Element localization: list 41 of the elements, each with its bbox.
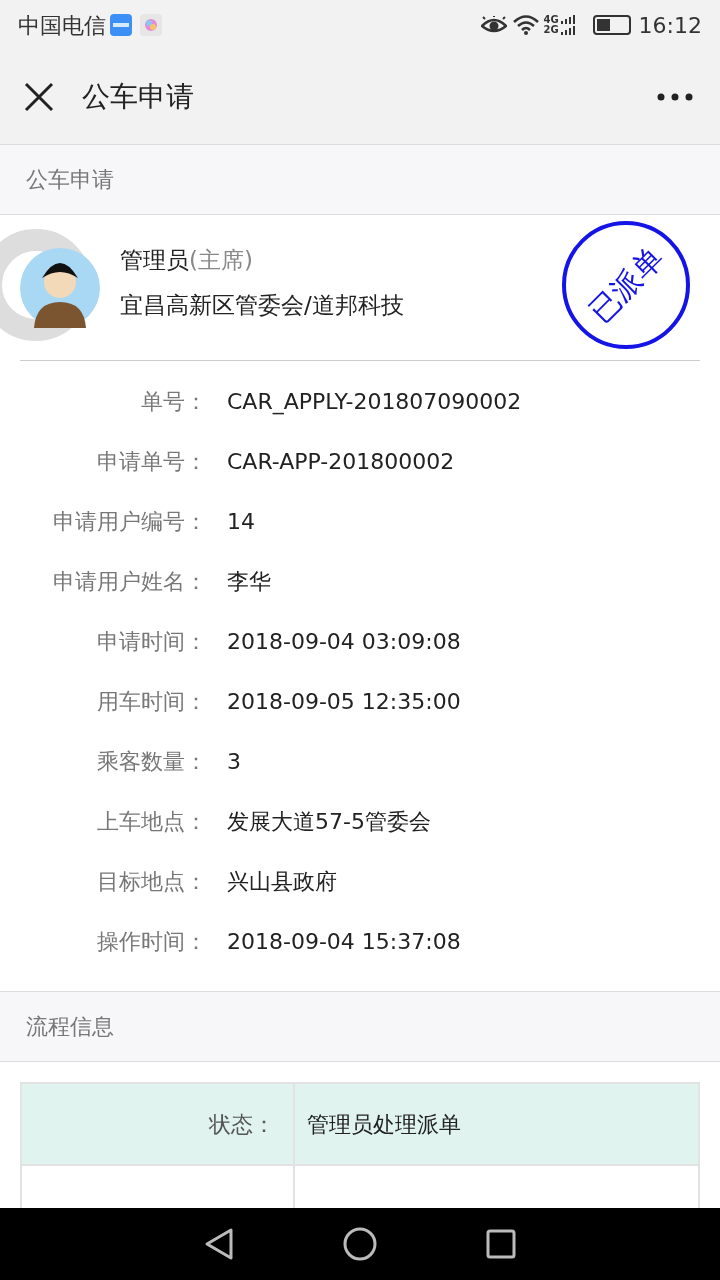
home-icon[interactable] [343, 1227, 377, 1261]
page-title: 公车申请 [82, 79, 194, 115]
status-stamp: 已派单 [562, 220, 690, 349]
field-label: 乘客数量： [96, 747, 207, 776]
field-label: 单号： [140, 387, 207, 416]
field-label: 操作时间： [96, 927, 207, 956]
field-value: 发展大道57-5管委会 [227, 807, 431, 836]
field-value: 3 [227, 747, 241, 776]
field-value: 2018-09-05 12:35:00 [227, 687, 461, 716]
eye-icon [481, 16, 508, 34]
field-value: CAR_APPLY-201807090002 [227, 387, 522, 417]
network-type: 4G 2G [543, 15, 559, 35]
section-title: 公车申请 [26, 166, 114, 194]
field-label: 用车时间： [96, 687, 207, 716]
back-icon[interactable] [204, 1227, 235, 1261]
user-role: (主席) [189, 246, 253, 275]
clock-time: 16:12 [638, 11, 702, 40]
app-notification-icon [140, 14, 162, 36]
field-value: CAR-APP-201800002 [227, 447, 455, 476]
field-value: 2018-09-04 03:09:08 [227, 627, 461, 656]
field-value: 李华 [227, 567, 271, 596]
organization: 宜昌高新区管委会/道邦科技 [120, 290, 404, 320]
field-value: 兴山县政府 [227, 867, 337, 896]
field-label: 目标地点： [96, 867, 207, 896]
table-label: 状态： [209, 1110, 275, 1139]
field-label: 申请用户姓名： [52, 567, 207, 596]
field-value: 2018-09-04 15:37:08 [227, 927, 461, 956]
app-notification-icon [110, 14, 132, 36]
field-label: 申请时间： [96, 627, 207, 656]
wifi-icon [513, 14, 540, 36]
field-label: 申请用户编号： [52, 507, 207, 536]
close-icon[interactable] [24, 82, 54, 112]
section-title: 流程信息 [26, 1013, 114, 1041]
carrier-name: 中国电信 [18, 11, 106, 40]
field-label: 申请单号： [96, 447, 207, 476]
recent-apps-icon[interactable] [485, 1229, 516, 1259]
table-value: 管理员处理派单 [307, 1110, 461, 1139]
field-label: 上车地点： [96, 807, 207, 836]
user-name: 管理员 [120, 246, 189, 275]
battery-icon [592, 15, 631, 35]
field-value: 14 [227, 507, 255, 536]
